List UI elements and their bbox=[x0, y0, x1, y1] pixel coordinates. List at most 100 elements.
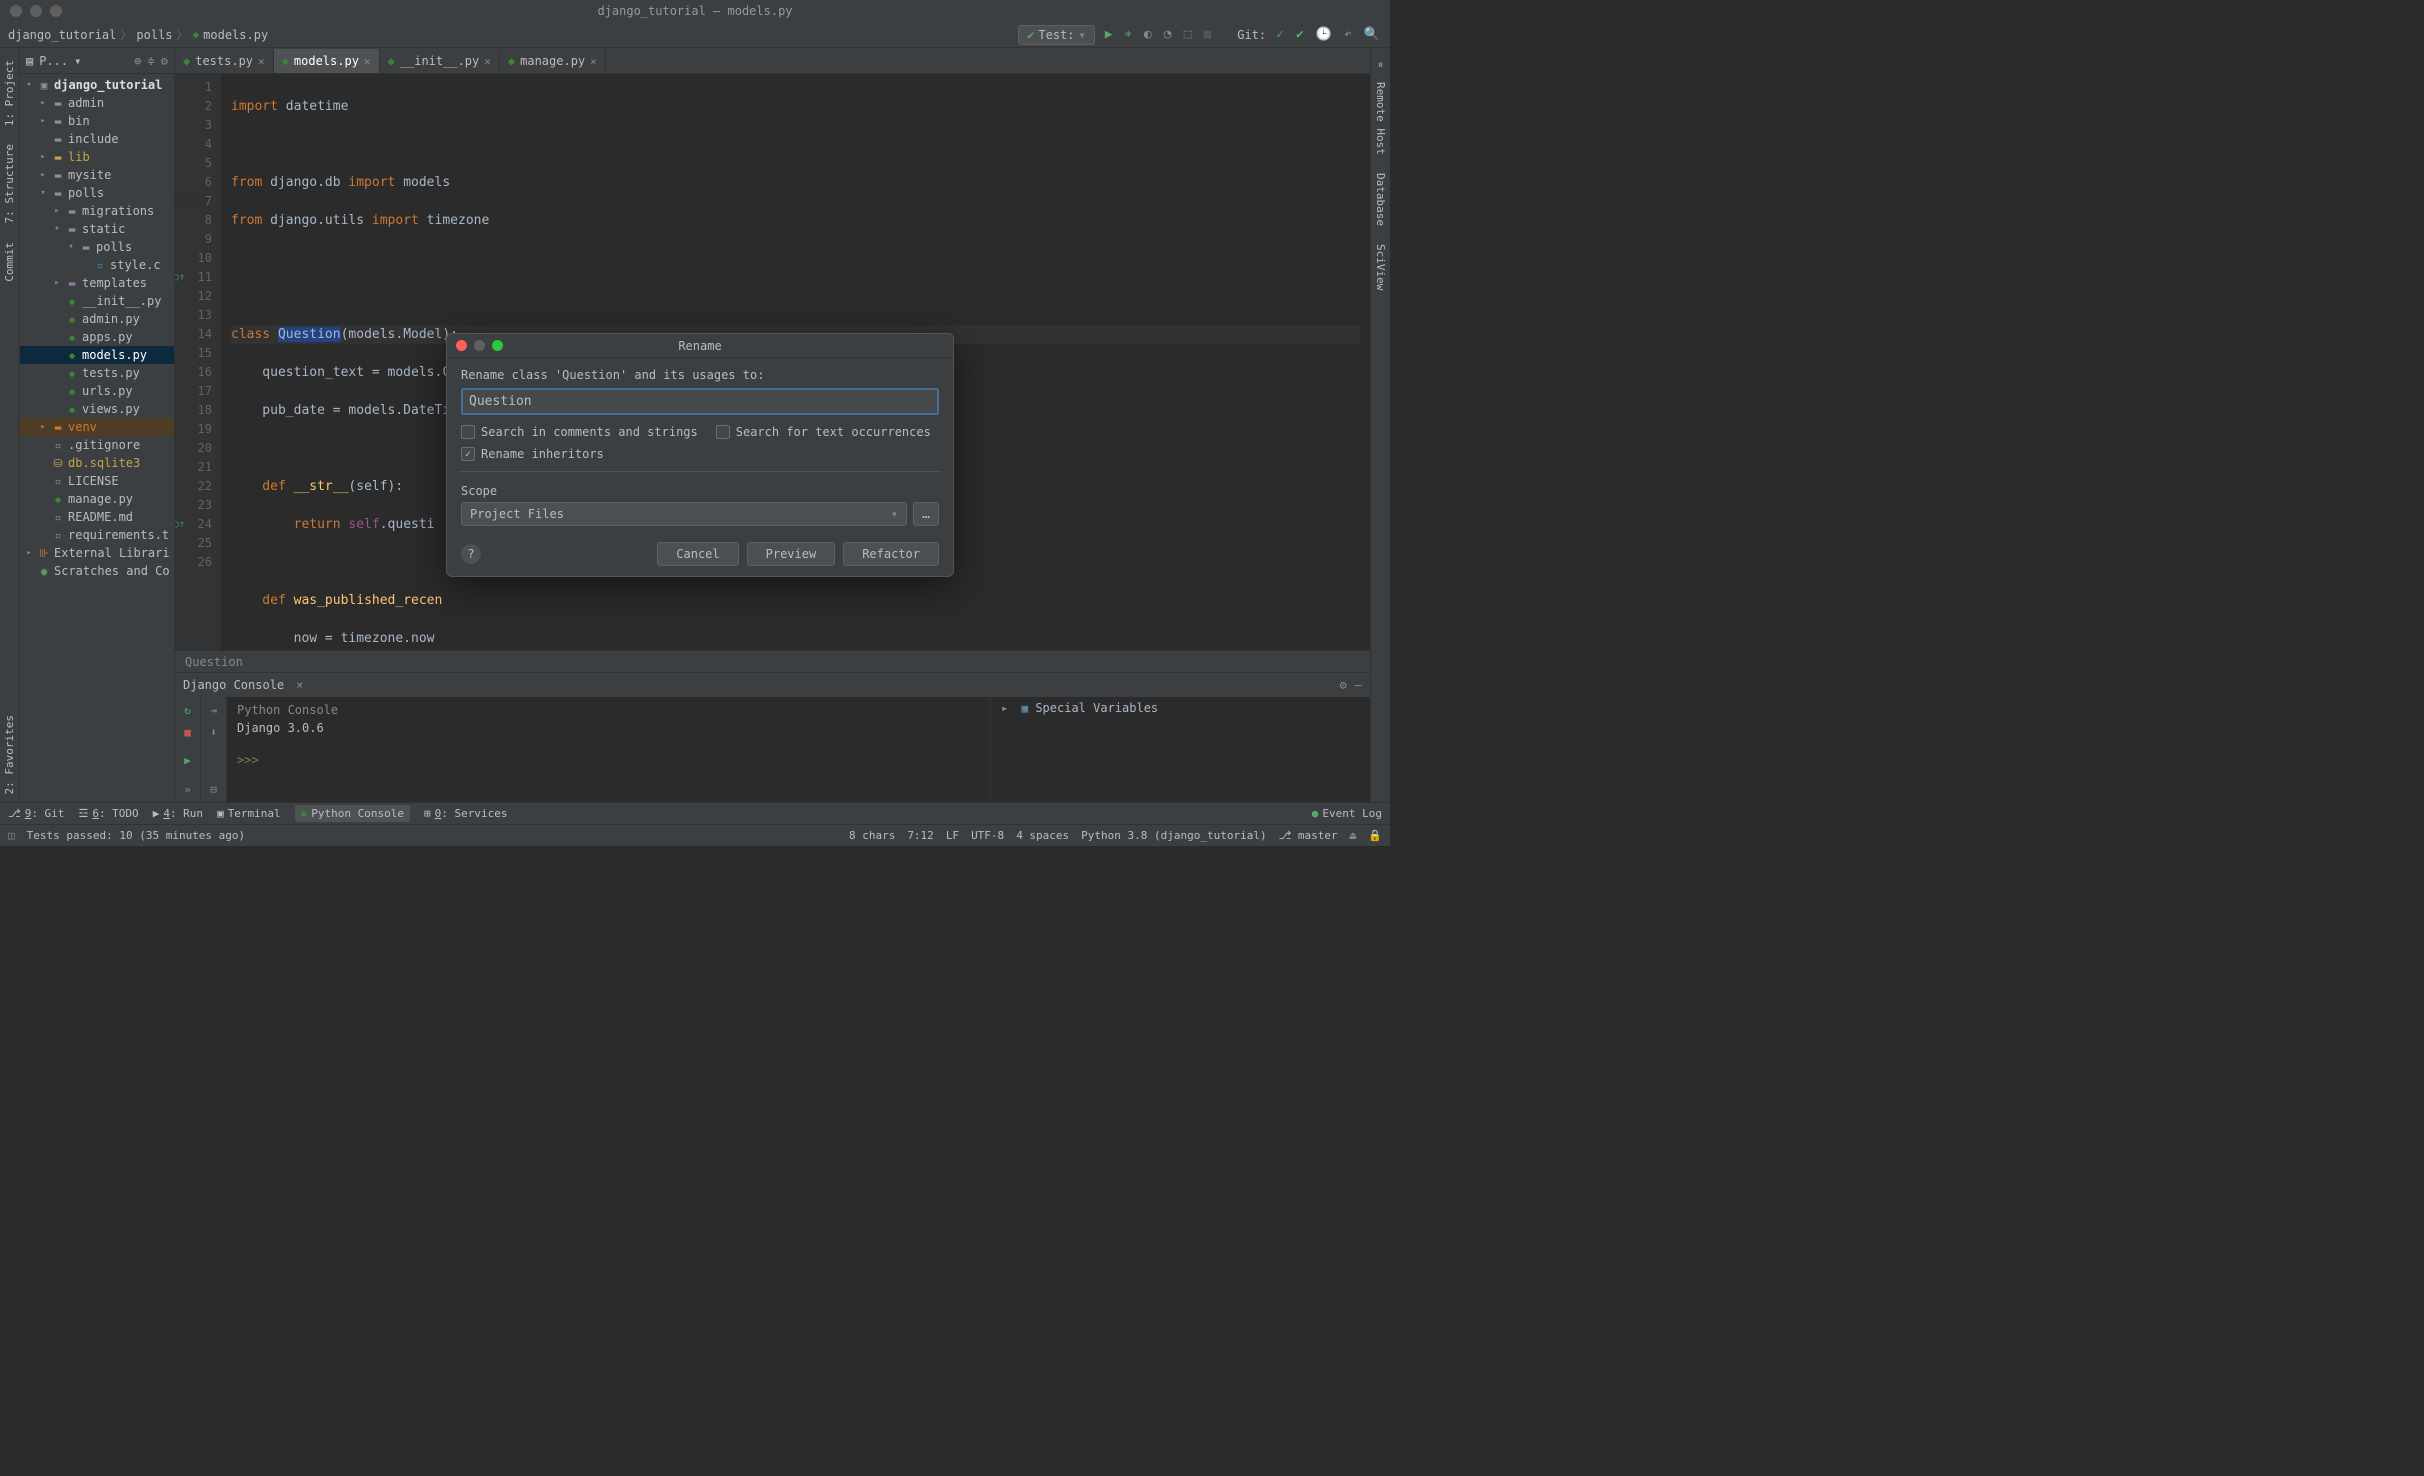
padlock-icon[interactable]: 🔒 bbox=[1368, 829, 1382, 842]
tree-file[interactable]: ▫README.md bbox=[20, 508, 174, 526]
export-icon[interactable]: ⬇ bbox=[205, 723, 223, 741]
gear-icon[interactable]: ⚙ bbox=[1340, 678, 1347, 692]
close-window-icon[interactable] bbox=[10, 5, 22, 17]
tree-folder[interactable]: ▾▬polls bbox=[20, 238, 174, 256]
tree-file[interactable]: ◆views.py bbox=[20, 400, 174, 418]
editor-breadcrumb-footer[interactable]: Question bbox=[175, 650, 1370, 672]
structure-tool-button[interactable]: 7: Structure bbox=[1, 136, 18, 231]
chevrons[interactable]: » bbox=[179, 780, 197, 798]
dialog-close-icon[interactable] bbox=[456, 340, 467, 351]
close-icon[interactable]: × bbox=[484, 55, 491, 68]
debug-icon[interactable]: ⌖ bbox=[1123, 27, 1134, 42]
event-log-tool[interactable]: ●Event Log bbox=[1312, 807, 1382, 820]
project-tool-button[interactable]: 1: Project bbox=[1, 52, 18, 134]
checkbox-icon[interactable] bbox=[716, 425, 730, 439]
minimize-window-icon[interactable] bbox=[30, 5, 42, 17]
tree-folder[interactable]: ▸▬bin bbox=[20, 112, 174, 130]
cancel-button[interactable]: Cancel bbox=[657, 542, 738, 566]
rename-input[interactable] bbox=[461, 388, 939, 415]
pause-icon[interactable]: ⏸ bbox=[1378, 58, 1384, 72]
git-commit-icon[interactable]: ✔ bbox=[1294, 27, 1306, 42]
project-tree[interactable]: ▾▣django_tutorial ▸▬admin ▸▬bin ▬include… bbox=[20, 74, 174, 582]
status-git-branch[interactable]: ⎇ master bbox=[1279, 829, 1338, 842]
checkbox-checked-icon[interactable]: ✓ bbox=[461, 447, 475, 461]
tree-external-libs[interactable]: ▸⊪External Librari bbox=[20, 544, 174, 562]
tree-folder[interactable]: ▸▬templates bbox=[20, 274, 174, 292]
close-icon[interactable]: × bbox=[364, 55, 371, 68]
tree-file[interactable]: ▫requirements.t bbox=[20, 526, 174, 544]
tree-file[interactable]: ◆tests.py bbox=[20, 364, 174, 382]
database-tool-button[interactable]: Database bbox=[1372, 165, 1389, 234]
locate-icon[interactable]: ⊕ bbox=[134, 54, 141, 68]
favorites-tool-button[interactable]: 2: Favorites bbox=[1, 707, 18, 802]
tree-scratches[interactable]: ◉Scratches and Co bbox=[20, 562, 174, 580]
sciview-tool-button[interactable]: SciView bbox=[1372, 236, 1389, 298]
rerun-icon[interactable]: ↻ bbox=[179, 701, 197, 719]
chevron-right-icon[interactable]: ▸ bbox=[1001, 701, 1008, 715]
tree-folder[interactable]: ▬include bbox=[20, 130, 174, 148]
breadcrumb-folder[interactable]: polls bbox=[136, 28, 172, 42]
tree-file[interactable]: ▫LICENSE bbox=[20, 472, 174, 490]
dialog-minimize-icon[interactable] bbox=[474, 340, 485, 351]
console-output[interactable]: Python Console Django 3.0.6 >>> bbox=[227, 697, 990, 802]
editor-tab-active[interactable]: ◆models.py× bbox=[274, 49, 380, 73]
tree-file[interactable]: ▫style.c bbox=[20, 256, 174, 274]
run-icon[interactable]: ▶ bbox=[1103, 27, 1115, 42]
git-update-icon[interactable]: ✓ bbox=[1274, 27, 1286, 42]
close-icon[interactable]: × bbox=[258, 55, 265, 68]
tree-root[interactable]: ▾▣django_tutorial bbox=[20, 76, 174, 94]
scope-more-button[interactable]: … bbox=[913, 502, 939, 526]
tree-folder[interactable]: ▾▬polls bbox=[20, 184, 174, 202]
run-icon[interactable]: ▶ bbox=[179, 752, 197, 770]
chevron-down-icon[interactable]: ▾ bbox=[74, 54, 81, 68]
lock-icon[interactable]: ⏏ bbox=[1350, 829, 1357, 842]
window-icon[interactable]: ◫ bbox=[8, 829, 15, 842]
tree-file[interactable]: ⛁db.sqlite3 bbox=[20, 454, 174, 472]
search-icon[interactable]: 🔍 bbox=[1362, 27, 1382, 42]
window-controls[interactable] bbox=[0, 5, 62, 17]
check-comments[interactable]: Search in comments and strings bbox=[461, 425, 698, 439]
todo-tool[interactable]: ☲6: TODO bbox=[78, 807, 138, 820]
dialog-titlebar[interactable]: Rename bbox=[447, 334, 953, 358]
check-rename-inheritors[interactable]: ✓Rename inheritors bbox=[461, 447, 604, 461]
tree-folder[interactable]: ▸▬mysite bbox=[20, 166, 174, 184]
editor-tab[interactable]: ◆__init__.py× bbox=[380, 49, 500, 73]
gear-icon[interactable]: ⚙ bbox=[161, 54, 168, 68]
preview-button[interactable]: Preview bbox=[747, 542, 836, 566]
dialog-maximize-icon[interactable] bbox=[492, 340, 503, 351]
stop-icon[interactable]: ■ bbox=[179, 723, 197, 741]
tree-folder[interactable]: ▸▬migrations bbox=[20, 202, 174, 220]
console-variables[interactable]: ▸ ▦ Special Variables bbox=[990, 697, 1370, 802]
status-encoding[interactable]: UTF-8 bbox=[971, 829, 1004, 842]
profile-icon[interactable]: ◔ bbox=[1162, 27, 1174, 42]
git-rollback-icon[interactable]: ↶ bbox=[1342, 27, 1354, 42]
expand-icon[interactable]: ≑ bbox=[148, 54, 155, 68]
close-icon[interactable]: × bbox=[296, 678, 303, 692]
status-interpreter[interactable]: Python 3.8 (django_tutorial) bbox=[1081, 829, 1266, 842]
run-tool[interactable]: ▶4: Run bbox=[153, 807, 203, 820]
close-icon[interactable]: × bbox=[590, 55, 597, 68]
python-console-tool[interactable]: ◆Python Console bbox=[295, 805, 410, 822]
tree-file[interactable]: ◆urls.py bbox=[20, 382, 174, 400]
tree-file[interactable]: ▫.gitignore bbox=[20, 436, 174, 454]
editor-tab[interactable]: ◆tests.py× bbox=[175, 49, 274, 73]
status-indent[interactable]: 4 spaces bbox=[1016, 829, 1069, 842]
remote-host-tool-button[interactable]: Remote Host bbox=[1372, 74, 1389, 163]
project-panel-title[interactable]: P... bbox=[39, 54, 68, 68]
checkbox-icon[interactable] bbox=[461, 425, 475, 439]
settings-icon[interactable]: ⊟ bbox=[205, 780, 223, 798]
help-icon[interactable]: ? bbox=[461, 544, 481, 564]
editor-tab[interactable]: ◆manage.py× bbox=[500, 49, 606, 73]
import-icon[interactable]: ⇥ bbox=[205, 701, 223, 719]
git-tool[interactable]: ⎇9: Git bbox=[8, 807, 64, 820]
breadcrumb[interactable]: django_tutorial 〉 polls 〉 ◆ models.py bbox=[8, 26, 268, 43]
services-tool[interactable]: ⊞0: Services bbox=[424, 807, 507, 820]
coverage-icon[interactable]: ◐ bbox=[1142, 27, 1154, 42]
scope-select[interactable]: Project Files ▾ bbox=[461, 502, 907, 526]
stop-icon[interactable]: ■ bbox=[1201, 27, 1213, 42]
status-position[interactable]: 7:12 bbox=[907, 829, 934, 842]
tree-file-selected[interactable]: ◆models.py bbox=[20, 346, 174, 364]
tree-file[interactable]: ◆apps.py bbox=[20, 328, 174, 346]
status-line-sep[interactable]: LF bbox=[946, 829, 959, 842]
tree-file[interactable]: ◆admin.py bbox=[20, 310, 174, 328]
